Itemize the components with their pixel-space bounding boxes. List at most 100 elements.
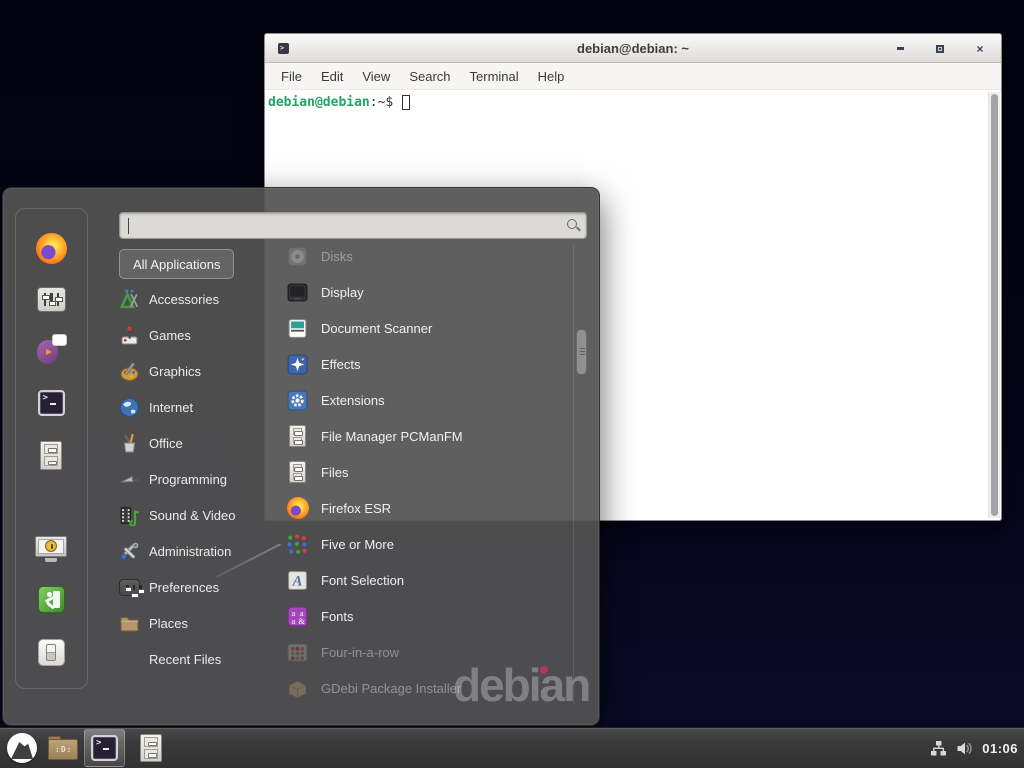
menu-view[interactable]: View bbox=[357, 66, 395, 87]
sidebar-shut-down-button[interactable] bbox=[34, 635, 68, 669]
sidebar-firefox-button[interactable] bbox=[34, 231, 68, 265]
app-four-in-a-row[interactable]: Four-in-a-row bbox=[286, 634, 570, 670]
all-applications-button[interactable]: All Applications bbox=[119, 249, 234, 279]
prompt-user-host: debian@debian bbox=[268, 95, 370, 110]
svg-text:&: & bbox=[298, 616, 305, 625]
app-document-scanner[interactable]: Document Scanner bbox=[286, 310, 570, 346]
folder-icon: :D: bbox=[48, 736, 78, 760]
search-input[interactable] bbox=[119, 212, 587, 239]
app-files[interactable]: Files bbox=[286, 454, 570, 490]
display-icon bbox=[286, 281, 309, 304]
category-list: Accessories Games Graphics Internet bbox=[119, 281, 285, 677]
lock-screen-icon bbox=[35, 534, 67, 563]
network-tray-icon[interactable] bbox=[930, 740, 947, 757]
category-programming[interactable]: Programming bbox=[119, 461, 285, 497]
terminal-title: debian@debian: ~ bbox=[577, 41, 689, 56]
extensions-icon bbox=[286, 389, 309, 412]
sidebar-pidgin-button[interactable] bbox=[34, 332, 68, 366]
category-office[interactable]: Office bbox=[119, 425, 285, 461]
category-places[interactable]: Places bbox=[119, 605, 285, 641]
games-category-icon bbox=[119, 325, 140, 346]
menu-button[interactable] bbox=[0, 729, 44, 767]
effects-icon bbox=[286, 353, 309, 376]
gdebi-icon bbox=[286, 677, 309, 700]
menu-file[interactable]: File bbox=[276, 66, 307, 87]
shut-down-icon bbox=[38, 639, 65, 666]
app-display[interactable]: Display bbox=[286, 274, 570, 310]
category-sound-video[interactable]: Sound & Video bbox=[119, 497, 285, 533]
terminal-icon bbox=[91, 735, 118, 761]
log-out-icon bbox=[38, 586, 65, 613]
menu-terminal[interactable]: Terminal bbox=[465, 66, 524, 87]
minimize-button[interactable] bbox=[893, 42, 907, 56]
file-cabinet-icon bbox=[40, 441, 62, 470]
app-disks[interactable]: Disks bbox=[286, 238, 570, 274]
app-extensions[interactable]: Extensions bbox=[286, 382, 570, 418]
preferences-category-icon bbox=[119, 577, 140, 598]
app-list-scrollbar[interactable] bbox=[573, 245, 587, 703]
taskbar: :D: 01:06 bbox=[0, 727, 1024, 768]
close-button[interactable]: × bbox=[973, 42, 987, 56]
menu-help[interactable]: Help bbox=[533, 66, 570, 87]
recent-files-icon-placeholder bbox=[119, 649, 140, 670]
menu-search[interactable]: Search bbox=[404, 66, 455, 87]
app-file-manager-pcmanfm[interactable]: File Manager PCManFM bbox=[286, 418, 570, 454]
app-five-or-more[interactable]: Five or More bbox=[286, 526, 570, 562]
administration-category-icon bbox=[119, 541, 140, 562]
terminal-window-icon: > bbox=[278, 43, 289, 54]
app-gdebi-package-installer[interactable]: GDebi Package Installer bbox=[286, 670, 570, 706]
sound-video-category-icon bbox=[119, 505, 140, 526]
category-accessories[interactable]: Accessories bbox=[119, 281, 285, 317]
prompt-symbol: :~$ bbox=[370, 95, 393, 110]
firefox-icon bbox=[286, 497, 309, 520]
category-administration[interactable]: Administration bbox=[119, 533, 285, 569]
fonts-icon: aaa& bbox=[286, 605, 309, 628]
distro-menu-icon bbox=[7, 733, 37, 763]
sidebar-file-manager-button[interactable] bbox=[34, 438, 68, 472]
accessories-category-icon bbox=[119, 289, 140, 310]
svg-text:A: A bbox=[292, 573, 303, 589]
category-games[interactable]: Games bbox=[119, 317, 285, 353]
app-font-selection[interactable]: A Font Selection bbox=[286, 562, 570, 598]
terminal-menubar: File Edit View Search Terminal Help bbox=[265, 63, 1001, 90]
menu-edit[interactable]: Edit bbox=[316, 66, 348, 87]
text-caret bbox=[128, 218, 129, 234]
application-list: Disks Display Document Scanner Effects bbox=[286, 238, 570, 706]
svg-text:a: a bbox=[291, 616, 295, 625]
category-recent-files[interactable]: Recent Files bbox=[119, 641, 285, 677]
internet-category-icon bbox=[119, 397, 140, 418]
terminal-icon bbox=[38, 390, 65, 416]
sidebar-log-out-button[interactable] bbox=[34, 582, 68, 616]
category-preferences[interactable]: Preferences bbox=[119, 569, 285, 605]
files-icon bbox=[286, 461, 309, 484]
firefox-icon bbox=[36, 233, 67, 264]
app-firefox-esr[interactable]: Firefox ESR bbox=[286, 490, 570, 526]
terminal-scrollbar[interactable] bbox=[988, 92, 1000, 518]
category-graphics[interactable]: Graphics bbox=[119, 353, 285, 389]
desktop: > debian@debian: ~ × File Edit View Sear… bbox=[0, 0, 1024, 768]
document-scanner-icon bbox=[286, 317, 309, 340]
app-list-scrollbar-thumb[interactable] bbox=[576, 329, 587, 375]
taskbar-file-manager-button[interactable]: :D: bbox=[44, 729, 82, 767]
taskbar-terminal-button[interactable] bbox=[84, 729, 125, 767]
maximize-button[interactable] bbox=[933, 42, 947, 56]
office-category-icon bbox=[119, 433, 140, 454]
terminal-scrollbar-thumb[interactable] bbox=[991, 94, 998, 516]
font-selection-icon: A bbox=[286, 569, 309, 592]
sidebar-lock-screen-button[interactable] bbox=[34, 531, 68, 565]
pidgin-icon bbox=[36, 334, 67, 364]
terminal-cursor bbox=[402, 95, 410, 110]
file-manager-icon bbox=[286, 425, 309, 448]
app-fonts[interactable]: aaa& Fonts bbox=[286, 598, 570, 634]
search-icon bbox=[567, 219, 577, 229]
app-effects[interactable]: Effects bbox=[286, 346, 570, 382]
sidebar-preferences-button[interactable] bbox=[34, 282, 68, 316]
clock[interactable]: 01:06 bbox=[982, 741, 1018, 756]
file-cabinet-icon bbox=[140, 734, 162, 762]
volume-tray-icon[interactable] bbox=[956, 740, 973, 757]
category-internet[interactable]: Internet bbox=[119, 389, 285, 425]
terminal-titlebar[interactable]: > debian@debian: ~ × bbox=[265, 34, 1001, 63]
preferences-icon bbox=[37, 287, 66, 312]
taskbar-files-button[interactable] bbox=[131, 729, 171, 767]
sidebar-terminal-button[interactable] bbox=[34, 386, 68, 420]
